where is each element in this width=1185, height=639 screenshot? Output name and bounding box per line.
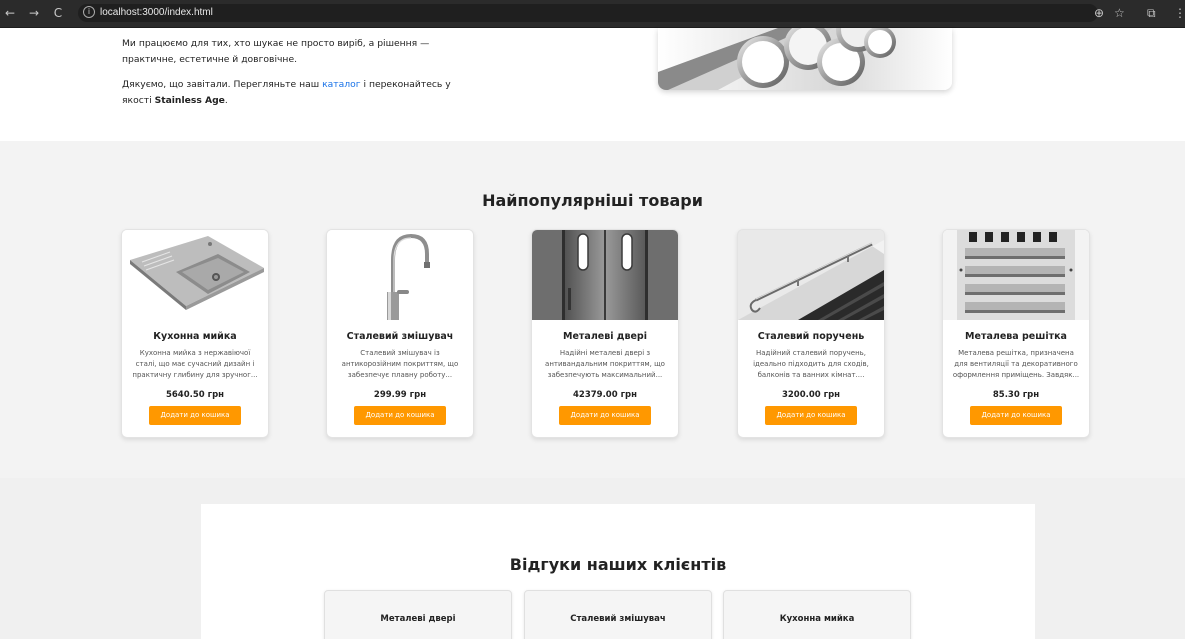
review-card: Металеві двері [324, 590, 512, 639]
product-description: Кухонна мийка з нержавіючої сталі, що ма… [132, 349, 258, 379]
about-text: Ми працюємо для тих, хто шукає не просто… [122, 36, 462, 118]
review-product-title: Кухонна мийка [779, 614, 855, 624]
add-to-cart-button[interactable]: Додати до кошика [765, 406, 857, 425]
add-to-cart-button[interactable]: Додати до кошика [970, 406, 1062, 425]
door-image[interactable] [532, 230, 678, 320]
product-description: Металева решітка, призначена для вентиля… [952, 349, 1080, 379]
product-price: 299.99 грн [373, 390, 427, 400]
product-price: 42379.00 грн [573, 390, 637, 400]
review-card: Кухонна мийка [723, 590, 911, 639]
about-text-part: . [224, 95, 228, 106]
address-bar[interactable]: i localhost:3000/index.html [78, 4, 1098, 22]
about-section: Ми працюємо для тих, хто шукає не просто… [0, 28, 1185, 141]
review-product-title: Металеві двері [380, 614, 456, 624]
about-paragraph-1: Ми працюємо для тих, хто шукає не просто… [122, 38, 430, 65]
grille-image[interactable] [943, 230, 1089, 320]
reviews-section: Відгуки наших клієнтів Металеві двері Ст… [0, 478, 1185, 639]
product-price: 3200.00 грн [781, 390, 841, 400]
pipes-image [658, 28, 952, 90]
zoom-icon[interactable]: ⊕ [1094, 5, 1104, 21]
add-to-cart-button[interactable]: Додати до кошика [559, 406, 651, 425]
product-title: Кухонна мийка [153, 331, 237, 342]
product-description: Сталевий змішувач із антикорозійним покр… [341, 349, 459, 379]
extensions-icon[interactable]: ⧉ [1147, 5, 1156, 21]
handrail-image[interactable] [738, 230, 884, 320]
faucet-image[interactable] [327, 230, 473, 320]
catalog-link[interactable]: каталог [322, 79, 360, 90]
product-price: 5640.50 грн [165, 390, 225, 400]
url-text[interactable]: localhost:3000/index.html [100, 5, 213, 21]
product-description: Надійний сталевий поручень, ідеально під… [753, 349, 869, 379]
reload-icon[interactable]: C [50, 5, 66, 21]
reviews-panel: Відгуки наших клієнтів Металеві двері Ст… [201, 504, 1035, 639]
forward-icon[interactable]: → [26, 5, 42, 21]
menu-icon[interactable]: ⋮ [1174, 5, 1185, 21]
product-title: Металеві двері [563, 331, 647, 342]
sink-image[interactable] [122, 230, 268, 320]
product-card[interactable]: Сталевий змішувач Сталевий змішувач із а… [326, 229, 474, 438]
review-product-title: Сталевий змішувач [570, 614, 666, 624]
reviews-title: Відгуки наших клієнтів [509, 555, 727, 574]
about-text-part: Дякуємо, що завітали. Перегляньте наш [122, 79, 320, 90]
product-title: Металева решітка [965, 331, 1067, 342]
product-card[interactable]: Кухонна мийка Кухонна мийка з нержавіючо… [121, 229, 269, 438]
add-to-cart-button[interactable]: Додати до кошика [149, 406, 241, 425]
brand-name: Stainless Age [154, 95, 225, 106]
browser-toolbar: ← → C i localhost:3000/index.html ⊕ ☆ ⧉ … [0, 0, 1185, 28]
add-to-cart-button[interactable]: Додати до кошика [354, 406, 446, 425]
product-title: Сталевий змішувач [346, 331, 454, 342]
product-card[interactable]: Металева решітка Металева решітка, призн… [942, 229, 1090, 438]
back-icon[interactable]: ← [2, 5, 18, 21]
product-title: Сталевий поручень [757, 331, 865, 342]
popular-products-title: Найпопулярніші товари [482, 191, 703, 210]
product-price: 85.30 грн [992, 390, 1040, 400]
popular-products-section: Найпопулярніші товари Кухонна мийка Кухо… [0, 141, 1185, 478]
product-card[interactable]: Металеві двері Надійні металеві двері з … [531, 229, 679, 438]
review-card: Сталевий змішувач [524, 590, 712, 639]
star-icon[interactable]: ☆ [1114, 5, 1125, 21]
product-description: Надійні металеві двері з антивандальним … [545, 349, 665, 379]
product-card[interactable]: Сталевий поручень Надійний сталевий пору… [737, 229, 885, 438]
info-icon[interactable]: i [83, 6, 95, 18]
about-paragraph-2: Дякуємо, що завітали. Перегляньте наш ка… [122, 77, 462, 109]
